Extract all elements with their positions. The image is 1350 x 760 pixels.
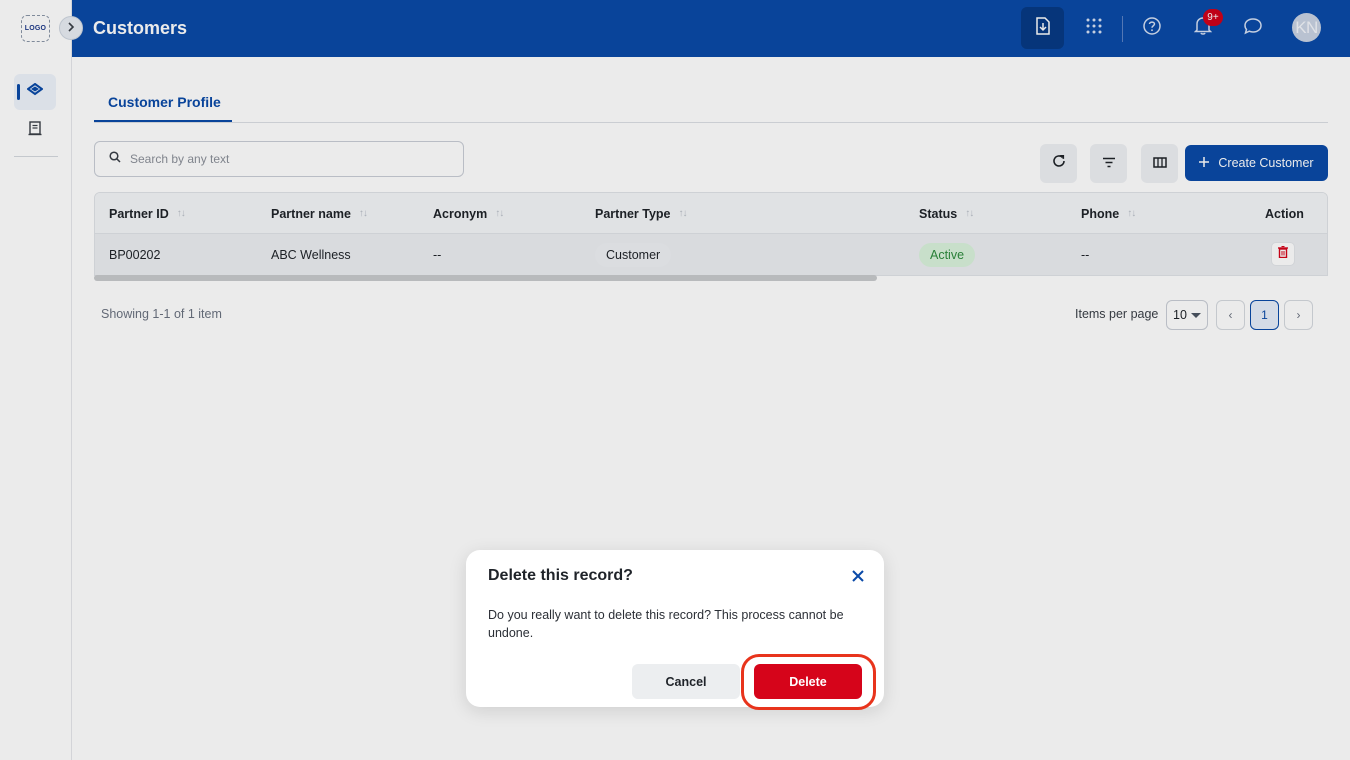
close-icon [850,570,866,588]
cancel-button[interactable]: Cancel [632,664,740,699]
dialog-title: Delete this record? [488,567,633,584]
delete-button-highlight [741,654,876,710]
close-dialog-button[interactable] [850,568,866,584]
dialog-message: Do you really want to delete this record… [488,608,844,640]
